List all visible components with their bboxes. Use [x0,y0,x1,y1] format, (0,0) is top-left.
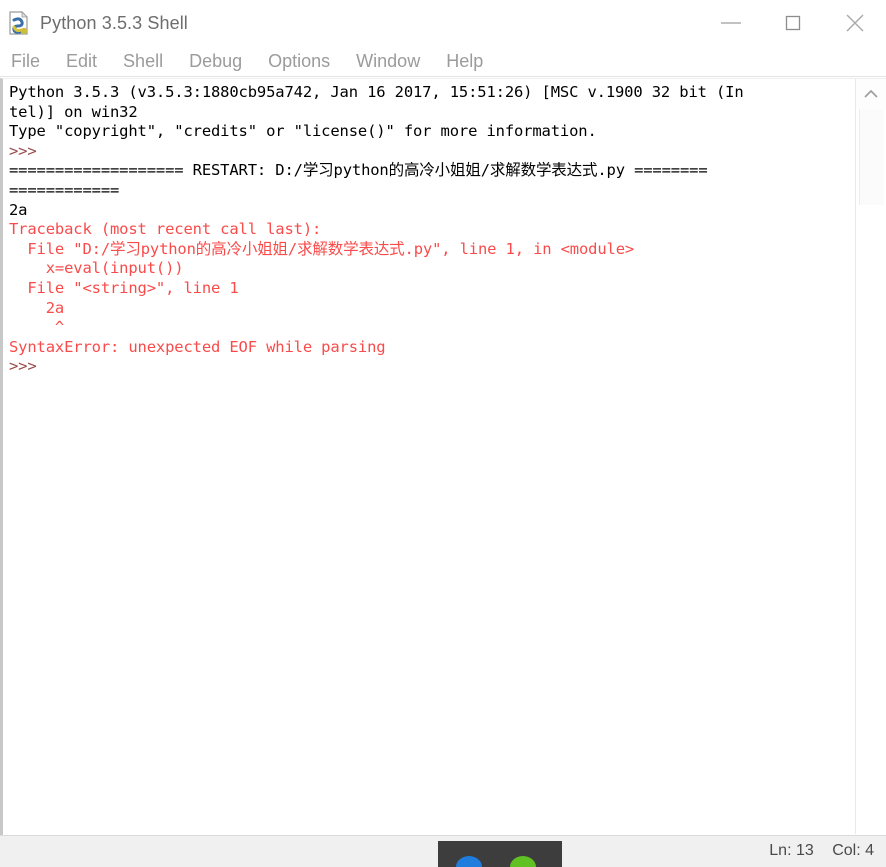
shell-line: Type "copyright", "credits" or "license(… [9,122,597,141]
shell-line: ^ [9,318,65,337]
maximize-button[interactable] [762,0,824,46]
shell-line: >>> [9,357,46,376]
python-idle-shell-window: Python 3.5.3 Shell File Edit Shell Debug… [0,0,886,867]
scrollbar-thumb[interactable] [859,109,884,205]
menu-item-file[interactable]: File [11,46,40,76]
minimize-button[interactable] [700,0,762,46]
shell-line: ============ [9,180,120,199]
status-column-number: Col: 4 [832,842,874,859]
window-title: Python 3.5.3 Shell [40,12,188,33]
menu-item-window[interactable]: Window [356,46,420,76]
shell-line: =================== RESTART: D:/学习python… [9,161,708,180]
python-idle-file-icon [8,11,30,35]
scroll-up-button[interactable] [856,79,886,109]
close-icon [846,14,864,32]
shell-line: >>> [9,141,46,160]
minimize-icon [721,22,741,24]
vertical-scrollbar[interactable] [855,79,886,834]
window-controls [700,0,886,46]
shell-line: tel)] on win32 [9,102,138,121]
green-app-icon[interactable] [510,856,536,867]
shell-line: 2a [9,298,65,317]
shell-line: Traceback (most recent call last): [9,220,322,239]
menu-bar: File Edit Shell Debug Options Window Hel… [0,46,886,77]
close-button[interactable] [824,0,886,46]
shell-output[interactable]: Python 3.5.3 (v3.5.3:1880cb95a742, Jan 1… [3,79,857,834]
title-bar: Python 3.5.3 Shell [0,0,886,46]
maximize-icon [785,15,801,31]
shell-line: File "D:/学习python的高冷小姐姐/求解数学表达式.py", lin… [9,239,635,258]
shell-text-area: Python 3.5.3 (v3.5.3:1880cb95a742, Jan 1… [0,78,886,835]
menu-item-options[interactable]: Options [268,46,330,76]
menu-item-help[interactable]: Help [446,46,483,76]
menu-item-shell[interactable]: Shell [123,46,163,76]
menu-item-edit[interactable]: Edit [66,46,97,76]
chevron-up-icon [864,89,878,98]
shell-line: x=eval(input()) [9,259,184,278]
shell-line: 2a [9,200,28,219]
cursor-position: Ln: 13 Col: 4 [755,842,874,860]
shell-line: Python 3.5.3 (v3.5.3:1880cb95a742, Jan 1… [9,83,744,101]
status-line-number: Ln: 13 [769,842,814,859]
blue-app-icon[interactable] [456,856,482,867]
scrollbar-track[interactable] [856,109,886,834]
shell-line: File "<string>", line 1 [9,278,239,297]
taskbar-fragment [438,841,562,867]
shell-line: SyntaxError: unexpected EOF while parsin… [9,337,386,356]
menu-item-debug[interactable]: Debug [189,46,242,76]
